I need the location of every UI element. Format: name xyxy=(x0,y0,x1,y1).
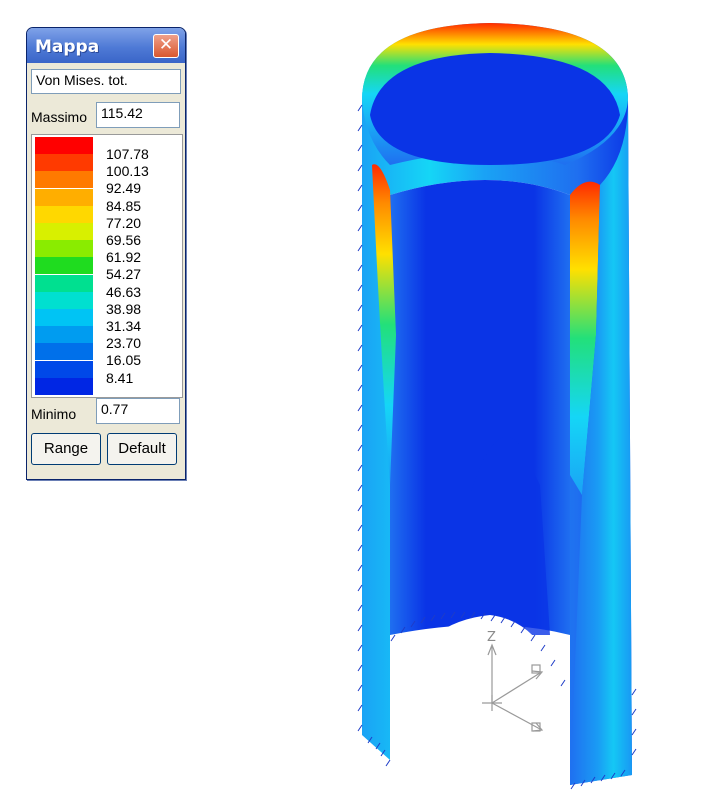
quantity-field[interactable]: Von Mises. tot. xyxy=(31,69,181,94)
legend-tick-label: 31.34 xyxy=(106,318,142,334)
bottom-opening xyxy=(390,615,570,775)
legend-swatch xyxy=(35,360,93,378)
legend-swatch xyxy=(35,309,93,326)
legend-tick-label: 107.78 xyxy=(106,146,149,162)
legend-swatch xyxy=(35,326,93,344)
title-bar[interactable]: Mappa ✕ xyxy=(27,28,185,63)
min-label: Minimo xyxy=(31,406,77,422)
legend-tick-label: 77.20 xyxy=(106,214,142,231)
max-value-input[interactable]: 115.42 xyxy=(96,102,180,128)
default-button[interactable]: Default xyxy=(107,433,177,465)
legend-swatch xyxy=(35,154,93,172)
min-value-input[interactable]: 0.77 xyxy=(96,398,180,424)
mappa-window: Mappa ✕ Von Mises. tot. Massimo 115.42 1… xyxy=(26,27,186,480)
stress-plot-3d[interactable]: Z xyxy=(350,15,640,800)
close-icon[interactable]: ✕ xyxy=(153,34,179,58)
legend-tick-label: 8.41 xyxy=(106,369,134,386)
range-button[interactable]: Range xyxy=(31,433,101,465)
legend-tick-label: 38.98 xyxy=(106,300,142,317)
legend-swatch xyxy=(35,205,93,223)
legend-tick-label: 69.56 xyxy=(106,232,142,248)
legend-tick-label: 46.63 xyxy=(106,283,142,300)
legend-swatch xyxy=(35,223,93,240)
color-scale: 107.78 100.13 92.49 84.85 77.20 69.56 61.92 54.… xyxy=(31,134,183,398)
legend-swatch xyxy=(35,137,93,154)
legend-tick-label: 23.70 xyxy=(106,335,142,352)
legend-swatch xyxy=(35,171,93,189)
axis-z-label: Z xyxy=(487,630,496,645)
legend-tick-label: 16.05 xyxy=(106,352,142,369)
legend-swatch xyxy=(35,377,93,395)
legend-swatch xyxy=(35,240,93,258)
max-label: Massimo xyxy=(31,109,88,125)
legend-tick-label: 54.27 xyxy=(106,266,142,283)
top-cap xyxy=(370,53,620,165)
legend-swatch xyxy=(35,343,93,361)
legend-tick-label: 100.13 xyxy=(106,163,149,180)
window-title: Mappa xyxy=(35,37,100,57)
legend-tick-label: 92.49 xyxy=(106,180,142,197)
legend-swatch xyxy=(35,291,93,309)
legend-swatch xyxy=(35,274,93,292)
legend-swatch xyxy=(35,257,93,275)
legend-tick-label: 84.85 xyxy=(106,197,142,214)
legend-tick-label: 61.92 xyxy=(106,249,142,266)
legend-swatch xyxy=(35,188,93,206)
